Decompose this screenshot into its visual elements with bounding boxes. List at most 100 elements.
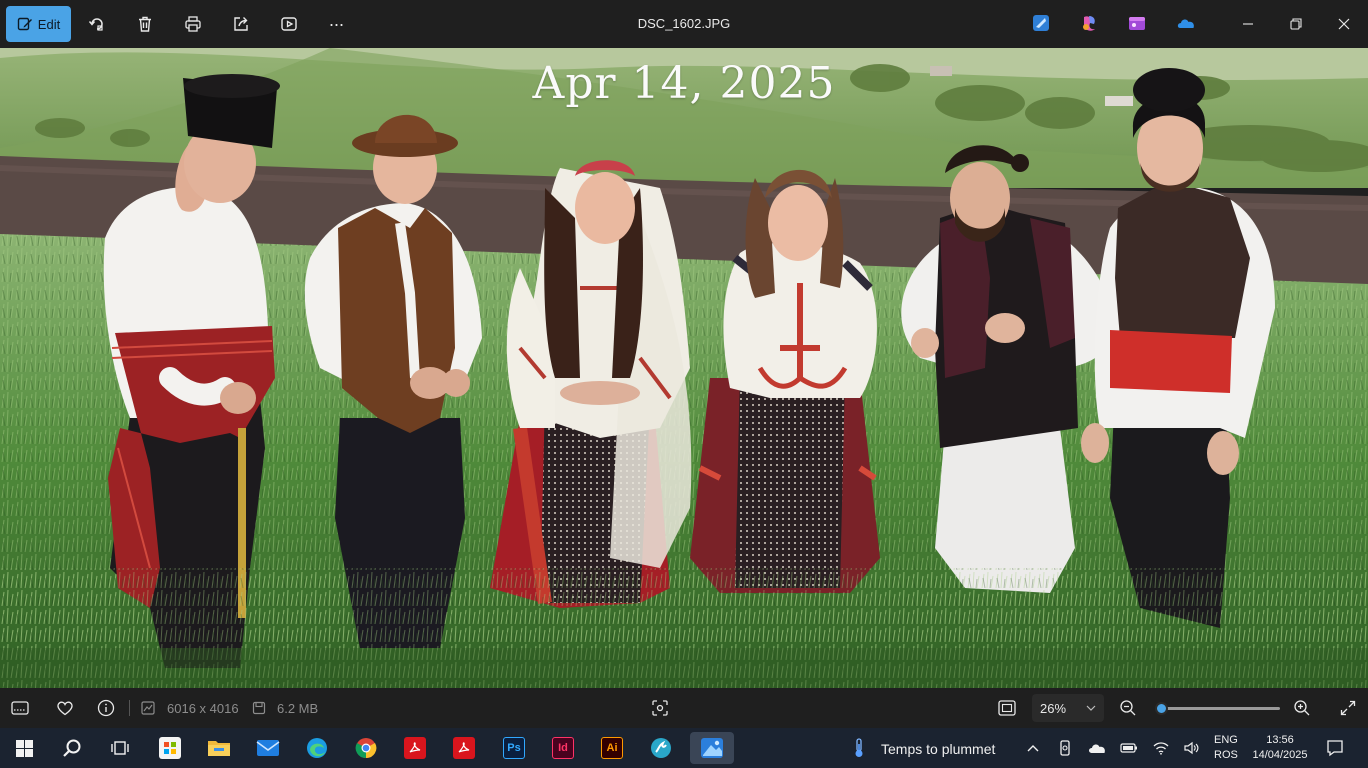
- app-circle-icon: [651, 738, 671, 758]
- minimize-icon: [1243, 23, 1253, 25]
- clipchamp-icon[interactable]: [1032, 14, 1050, 32]
- info-button[interactable]: [96, 698, 116, 718]
- show-hidden-icons-button[interactable]: [1024, 739, 1042, 757]
- dimensions-icon: [140, 698, 156, 718]
- favorite-button[interactable]: [55, 698, 75, 718]
- taskbar: Ps Id Ai Temps to plummet ENG ROS 13:56 …: [0, 728, 1368, 768]
- notification-icon: [1327, 740, 1343, 757]
- task-view-button[interactable]: [100, 732, 140, 764]
- heart-icon: [57, 701, 73, 716]
- notifications-button[interactable]: [1326, 739, 1344, 757]
- search-icon: [63, 739, 81, 757]
- photos-icon: [701, 738, 723, 758]
- language-code: ENG: [1214, 734, 1238, 746]
- file-size-icon: [251, 698, 267, 718]
- acrobat-icon: [404, 737, 426, 759]
- zoom-slider[interactable]: [1155, 702, 1280, 715]
- maximize-button[interactable]: [1280, 8, 1312, 40]
- more-icon: ···: [328, 13, 345, 34]
- clock-date: 14/04/2025: [1252, 749, 1308, 761]
- minimize-button[interactable]: [1232, 8, 1264, 40]
- fit-icon: [998, 700, 1016, 716]
- taskbar-app-indesign[interactable]: Id: [543, 732, 583, 764]
- mail-icon: [256, 740, 280, 756]
- weather-icon[interactable]: [850, 738, 868, 757]
- rotate-button[interactable]: [81, 6, 113, 42]
- zoom-value: 26%: [1040, 700, 1067, 716]
- keyboard-layout: ROS: [1214, 749, 1238, 761]
- file-size: 6.2 MB: [277, 701, 319, 716]
- wifi-icon[interactable]: [1152, 739, 1170, 757]
- photoshop-icon: Ps: [503, 737, 525, 759]
- zoom-dropdown[interactable]: 26%: [1032, 694, 1104, 722]
- illustrator-icon: Ai: [601, 737, 623, 759]
- taskbar-app-edge[interactable]: [297, 732, 337, 764]
- scan-icon: [652, 700, 668, 716]
- share-icon: [234, 17, 248, 31]
- chevron-up-icon: [1027, 745, 1039, 752]
- battery-icon[interactable]: [1120, 739, 1138, 757]
- start-button[interactable]: [4, 732, 44, 764]
- clock[interactable]: 13:56 14/04/2025: [1247, 733, 1313, 763]
- rotate-icon: [88, 18, 103, 31]
- more-options-button[interactable]: ···: [320, 6, 352, 42]
- print-button[interactable]: [177, 6, 209, 42]
- designer-icon[interactable]: [1128, 14, 1146, 32]
- taskbar-app-chrome[interactable]: [346, 732, 386, 764]
- phone-link-icon[interactable]: [1056, 739, 1074, 757]
- visual-search-button[interactable]: [650, 698, 670, 718]
- taskbar-app-store[interactable]: [150, 732, 190, 764]
- slideshow-button[interactable]: [273, 6, 305, 42]
- expand-icon: [1340, 700, 1356, 716]
- onedrive-icon[interactable]: [1176, 14, 1196, 32]
- taskbar-app-acrobat[interactable]: [395, 732, 435, 764]
- restore-icon: [1290, 18, 1302, 30]
- indesign-icon: Id: [552, 737, 574, 759]
- taskbar-app-file-explorer[interactable]: [199, 732, 239, 764]
- store-icon: [159, 737, 181, 759]
- delete-button[interactable]: [129, 6, 161, 42]
- onedrive-tray-icon[interactable]: [1088, 739, 1106, 757]
- photo-image: [0, 48, 1368, 688]
- status-bar: 6016 x 4016 6.2 MB 26%: [0, 688, 1368, 728]
- zoom-in-button[interactable]: [1292, 698, 1312, 718]
- date-overlay: Apr 14, 2025: [532, 58, 836, 109]
- clock-time: 13:56: [1266, 734, 1294, 746]
- edit-button[interactable]: Edit: [6, 6, 71, 42]
- filmstrip-icon: [11, 701, 29, 715]
- filmstrip-button[interactable]: [10, 698, 30, 718]
- edit-label: Edit: [37, 16, 61, 32]
- copilot-icon[interactable]: [1080, 14, 1098, 32]
- taskbar-app-illustrator[interactable]: Ai: [592, 732, 632, 764]
- fit-to-window-button[interactable]: [997, 698, 1017, 718]
- zoom-out-button[interactable]: [1118, 698, 1138, 718]
- volume-icon[interactable]: [1182, 739, 1200, 757]
- weather-text[interactable]: Temps to plummet: [881, 741, 995, 757]
- taskbar-app-circle[interactable]: [641, 732, 681, 764]
- zoom-in-icon: [1294, 700, 1310, 716]
- task-view-icon: [111, 741, 129, 755]
- photo-viewer[interactable]: Apr 14, 2025: [0, 48, 1368, 688]
- windows-icon: [15, 739, 33, 757]
- image-dimensions: 6016 x 4016: [167, 701, 239, 716]
- folder-icon: [208, 741, 230, 756]
- top-toolbar: Edit ··· DSC_1602.JPG: [0, 0, 1368, 48]
- zoom-slider-thumb[interactable]: [1155, 702, 1169, 715]
- zoom-out-icon: [1120, 700, 1136, 716]
- edge-icon: [307, 738, 327, 758]
- taskbar-app-acrobat-reader[interactable]: [444, 732, 484, 764]
- delete-icon: [139, 16, 151, 32]
- share-button[interactable]: [225, 6, 257, 42]
- taskbar-app-mail[interactable]: [248, 732, 288, 764]
- taskbar-app-photos[interactable]: [690, 732, 734, 764]
- divider: [129, 700, 130, 716]
- full-screen-button[interactable]: [1338, 698, 1358, 718]
- search-button[interactable]: [52, 732, 92, 764]
- info-icon: [97, 699, 115, 717]
- taskbar-app-photoshop[interactable]: Ps: [494, 732, 534, 764]
- close-button[interactable]: [1328, 8, 1360, 40]
- input-language[interactable]: ENG ROS: [1214, 733, 1238, 763]
- print-icon: [185, 16, 201, 32]
- acrobat-reader-icon: [453, 737, 475, 759]
- edit-icon: [17, 17, 32, 31]
